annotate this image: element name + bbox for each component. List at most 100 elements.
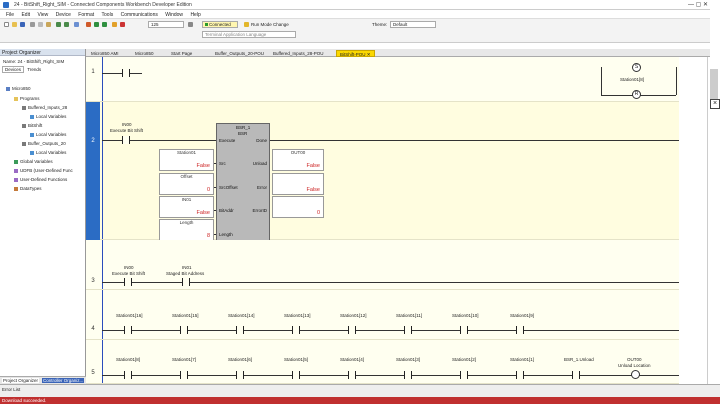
menu-communications[interactable]: Communications [121,12,158,18]
output-coil-out00[interactable] [631,370,640,379]
input-var-bitaddr[interactable]: IN01 False [159,196,214,218]
contact[interactable] [236,326,244,334]
contact[interactable] [292,371,300,379]
build-icon[interactable] [86,22,91,27]
bsr-function-block[interactable]: BSR_1 BSR Execute Done Src Unload SrcOff… [216,123,270,241]
tree-item-udf[interactable]: User-Defined Functions [14,177,67,182]
redo-icon[interactable] [64,22,69,27]
tab-start-page[interactable]: Start Page [168,50,195,57]
set-coil[interactable]: S [632,63,641,72]
side-panel-marker: × [710,99,720,109]
save-icon[interactable] [20,22,25,27]
window-controls[interactable]: — ▢ ✕ [688,1,708,8]
tab-devices[interactable]: Devices [2,66,25,73]
contact[interactable] [180,371,188,379]
find-icon[interactable] [74,22,79,27]
output-var-error[interactable]: False [272,173,324,195]
variable-value: False [306,163,320,169]
tree-item-local-variables[interactable]: Local Variables [30,132,66,137]
rung-2[interactable]: 2 IN00 Execute Bit Shift BSR_1 BSR Execu… [86,102,679,241]
output-var-errorid[interactable]: 0 [272,196,324,218]
menu-help[interactable]: Help [190,12,200,18]
zoom-in-icon[interactable] [188,22,193,27]
contact[interactable] [460,326,468,334]
function-block-icon [14,168,18,173]
variable-value: False [306,187,320,193]
open-icon[interactable] [12,22,17,27]
contact[interactable] [404,326,412,334]
tree-item-udfb[interactable]: UDFB (User-Defined Func [14,168,73,173]
tree-item-bitshift[interactable]: BitShift [22,123,42,128]
contact[interactable] [516,371,524,379]
contact[interactable] [516,326,524,334]
run-mode-label[interactable]: Run Mode Change [251,22,289,27]
rung-number: 1 [91,69,95,75]
rung-number: 2 [91,138,95,144]
tree-item-datatypes[interactable]: DataTypes [14,186,42,191]
menu-device[interactable]: Device [56,12,71,18]
upload-icon[interactable] [102,22,107,27]
tab-micro850-ami[interactable]: Micro850 AMI [88,50,122,57]
debug-icon[interactable] [112,22,117,27]
menu-window[interactable]: Window [165,12,183,18]
connection-status[interactable]: Connected [202,21,238,28]
tree-item-local-variables[interactable]: Local Variables [30,150,66,155]
tree-item-micro850[interactable]: Micro850 [6,86,31,91]
undo-icon[interactable] [56,22,61,27]
contact-description: Staged Bit Address [166,271,205,276]
error-list-tab[interactable]: Error List [2,387,20,392]
input-var-src[interactable]: Station01 False [159,149,214,171]
contact-in01[interactable] [182,278,190,286]
rung-4[interactable]: 4 Station01[16] Station01[15] Station01[… [86,290,679,340]
rung-number: 3 [91,278,95,284]
contact[interactable] [348,371,356,379]
contact[interactable] [404,371,412,379]
menu-tools[interactable]: Tools [102,12,114,18]
tab-buffer-outputs-pou[interactable]: Buffer_Outputs_20-POU [212,50,267,57]
contact[interactable] [236,371,244,379]
tab-trends[interactable]: Trends [25,67,43,72]
rung-1[interactable]: 1 Station01[8] S R [86,57,679,102]
contact[interactable] [124,371,132,379]
run-mode-icon[interactable] [244,22,249,27]
tab-buffered-inputs-pou[interactable]: Buffered_Inputs_28-POU [270,50,326,57]
pin-wire [214,234,216,235]
zoom-field[interactable]: 125 [148,21,184,28]
reset-coil[interactable]: R [632,90,641,99]
tree-item-programs[interactable]: Programs [14,96,40,101]
contact[interactable] [124,326,132,334]
contact[interactable] [180,326,188,334]
output-var-unload[interactable]: OUT00 False [272,149,324,171]
input-var-length[interactable]: Length 8 [159,219,214,241]
contact[interactable] [460,371,468,379]
language-field[interactable]: Terminal Application Language [202,31,296,38]
menu-file[interactable]: File [6,12,14,18]
tab-bitshift-pou[interactable]: BitShift-POU ✕ [336,50,375,57]
copy-icon[interactable] [38,22,43,27]
contact[interactable] [122,69,130,77]
tree-item-buffer-outputs[interactable]: Buffer_Outputs_20 [22,141,66,146]
menu-view[interactable]: View [37,12,48,18]
tab-project-organizer[interactable]: Project Organizer [2,378,40,383]
tree-item-local-variables[interactable]: Local Variables [30,114,66,119]
input-var-offset[interactable]: Offset 0 [159,173,214,195]
contact-in00[interactable] [124,278,132,286]
tree-item-buffered-inputs[interactable]: Buffered_Inputs_28 [22,105,67,110]
contact-bsr-unload[interactable] [572,371,580,379]
download-icon[interactable] [94,22,99,27]
paste-icon[interactable] [46,22,51,27]
stop-icon[interactable] [120,22,125,27]
tab-controller-organizer[interactable]: Controller Organiz... [42,378,85,383]
menu-edit[interactable]: Edit [21,12,30,18]
contact[interactable] [292,326,300,334]
new-icon[interactable] [4,22,9,27]
tab-micro850[interactable]: Micro850 [132,50,157,57]
contact[interactable] [348,326,356,334]
contact-in00[interactable] [122,136,130,144]
rung-3[interactable]: 3 IN00 Execute Bit Shift IN01 Staged Bit… [86,240,679,290]
rung-5[interactable]: 5 Station01[8] Station01[7] Station01[6]… [86,340,679,384]
cut-icon[interactable] [30,22,35,27]
tree-item-global-variables[interactable]: Global Variables [14,159,53,164]
menu-format[interactable]: Format [78,12,94,18]
theme-select[interactable]: Default [390,21,436,28]
